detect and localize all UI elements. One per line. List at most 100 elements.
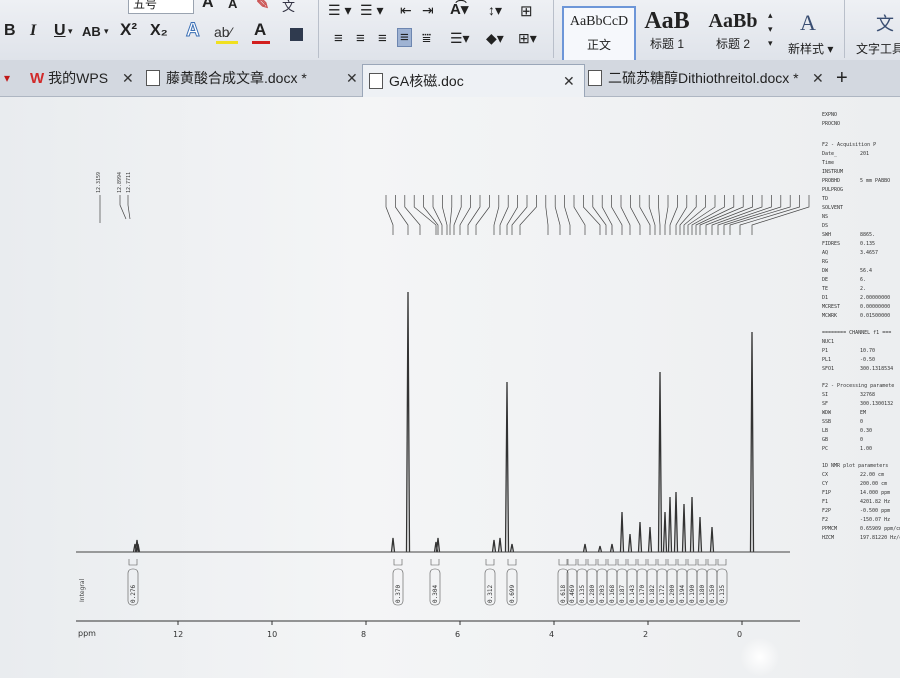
- param-value: -0.50: [860, 357, 876, 363]
- align-right-icon[interactable]: ≡: [378, 30, 387, 47]
- new-tab-button[interactable]: +: [836, 62, 848, 94]
- x-tick-label: 6: [455, 630, 460, 639]
- document-icon: [369, 73, 383, 89]
- style-heading-1[interactable]: AaB 标题 1: [636, 6, 698, 58]
- spectrum-peak: [647, 526, 653, 553]
- increase-indent-icon[interactable]: ⇥: [422, 2, 434, 19]
- font-color-icon[interactable]: A: [254, 20, 266, 40]
- peak-leader-line: [683, 195, 706, 235]
- param-row: PL1 -0.50: [822, 356, 900, 365]
- borders-icon[interactable]: ⊞▾: [518, 30, 537, 47]
- x-tick-label: 8: [361, 630, 366, 639]
- peak-leader-line: [583, 195, 601, 235]
- underline-button[interactable]: U: [54, 22, 66, 40]
- param-row: NUC1: [822, 338, 900, 347]
- peak-label: 12.7711: [126, 172, 132, 193]
- spectrum-peak: [689, 496, 695, 553]
- bold-button[interactable]: B: [4, 22, 16, 40]
- char-shading-icon[interactable]: [290, 28, 303, 41]
- strikethrough-button[interactable]: AB: [82, 24, 101, 39]
- param-key: GB: [822, 437, 829, 443]
- italic-button[interactable]: I: [30, 22, 36, 40]
- param-key: DS: [822, 223, 829, 229]
- ribbon-separator: [318, 0, 319, 58]
- distribute-icon[interactable]: ⩸: [422, 30, 431, 47]
- shading-icon[interactable]: ◆▾: [486, 30, 504, 47]
- new-style-button[interactable]: 新样式 ▾: [788, 40, 833, 57]
- peak-leader-line: [611, 195, 623, 235]
- peak-leader-line: [467, 195, 481, 235]
- integral-value: 0.200: [669, 585, 676, 603]
- param-value: 4201.82 Hz: [860, 499, 891, 505]
- justify-icon[interactable]: ≡: [397, 28, 412, 47]
- bullets-icon[interactable]: ☰ ▾: [328, 2, 351, 19]
- param-row: MCREST 0.00000000: [822, 303, 900, 312]
- table-grid-icon[interactable]: ⊞: [520, 2, 533, 20]
- param-value: EM: [860, 410, 867, 416]
- spectrum-peak: [435, 537, 441, 553]
- param-row: FIDRES 0.135: [822, 240, 900, 249]
- clear-format-icon[interactable]: ✎: [256, 0, 269, 14]
- text-effect-icon[interactable]: A: [186, 20, 201, 42]
- style-normal[interactable]: AaBbCcD 正文: [562, 6, 636, 62]
- chevron-down-icon[interactable]: ▾: [68, 26, 73, 37]
- subscript-button[interactable]: X₂: [150, 22, 168, 40]
- nmr-spectrum-image: 12.3159 12.8994 12.7711 0.276 0.370 0.304 0.3…: [76, 172, 810, 639]
- close-icon[interactable]: ✕: [812, 70, 824, 87]
- tab-my-wps[interactable]: W 我的WPS ✕: [30, 62, 140, 94]
- integral-value: 0.203: [599, 585, 606, 603]
- integral-value: 0.699: [509, 585, 516, 603]
- param-key: SFO1: [822, 366, 835, 372]
- highlight-color-icon[interactable]: ab⁄: [214, 24, 232, 40]
- param-row: DS: [822, 222, 900, 231]
- ribbon-separator: [553, 0, 554, 58]
- close-icon[interactable]: ✕: [122, 70, 134, 87]
- text-tools-button[interactable]: 文字工具: [856, 40, 900, 57]
- sort-icon[interactable]: ↕▾: [488, 2, 502, 19]
- pinyin-guide-button[interactable]: 文: [282, 0, 295, 15]
- font-size-select[interactable]: 五号: [128, 0, 194, 14]
- superscript-button[interactable]: X²: [120, 20, 137, 40]
- document-canvas[interactable]: 12.3159 12.8994 12.7711 0.276 0.370 0.304 0.3…: [0, 97, 900, 678]
- grow-font-button[interactable]: A: [202, 0, 214, 12]
- align-left-icon[interactable]: ≡: [334, 30, 343, 47]
- x-axis-label: ppm: [78, 629, 96, 638]
- style-heading-2[interactable]: AaBb 标题 2: [700, 6, 766, 58]
- shrink-font-button[interactable]: A: [228, 0, 237, 11]
- peak-leader-line: [564, 195, 571, 235]
- integral-bracket: [577, 559, 587, 566]
- integral-value: 0.370: [395, 585, 402, 603]
- integral-bracket: [485, 559, 495, 566]
- peak-leader-line: [639, 195, 651, 235]
- tab-document[interactable]: 二硫苏糖醇Dithiothreitol.docx * ✕: [588, 62, 828, 94]
- spectrum-peak: [504, 381, 510, 553]
- styles-scroll-icon[interactable]: ▴ ▾ ▾: [768, 8, 773, 50]
- close-icon[interactable]: ✕: [563, 73, 575, 90]
- line-spacing-icon[interactable]: ☰▾: [450, 30, 470, 47]
- integral-bracket: [677, 559, 687, 566]
- param-value: 0.65909 ppm/cm: [860, 526, 900, 532]
- tab-menu-icon[interactable]: ▾: [4, 62, 10, 94]
- peak-label: 12.8994: [117, 172, 123, 193]
- align-center-icon[interactable]: ≡: [356, 30, 365, 47]
- param-value: 56.4: [860, 268, 873, 274]
- integral-value: 0.194: [679, 585, 686, 603]
- integral-bracket: [637, 559, 647, 566]
- text-tools-icon[interactable]: 文: [876, 10, 894, 36]
- param-row: TE 2.: [822, 285, 900, 294]
- new-style-icon[interactable]: A: [800, 10, 816, 36]
- chevron-down-icon[interactable]: ▾: [104, 26, 109, 37]
- spectrum-peak: [582, 543, 588, 553]
- param-row: D1 2.00000000: [822, 294, 900, 303]
- integral-bracket: [687, 559, 697, 566]
- decrease-indent-icon[interactable]: ⇤: [400, 2, 412, 19]
- param-value: 0: [860, 437, 864, 443]
- tab-document[interactable]: 藤黄酸合成文章.docx * ✕: [146, 62, 366, 94]
- numbering-icon[interactable]: ☰ ▾: [360, 2, 383, 19]
- peak-leader-line: [664, 195, 669, 235]
- close-icon[interactable]: ✕: [346, 70, 358, 87]
- change-case-icon[interactable]: A͡▾: [450, 0, 468, 18]
- param-key: PROBHD: [822, 178, 841, 184]
- tab-document-active[interactable]: GA核磁.doc ✕: [362, 64, 585, 97]
